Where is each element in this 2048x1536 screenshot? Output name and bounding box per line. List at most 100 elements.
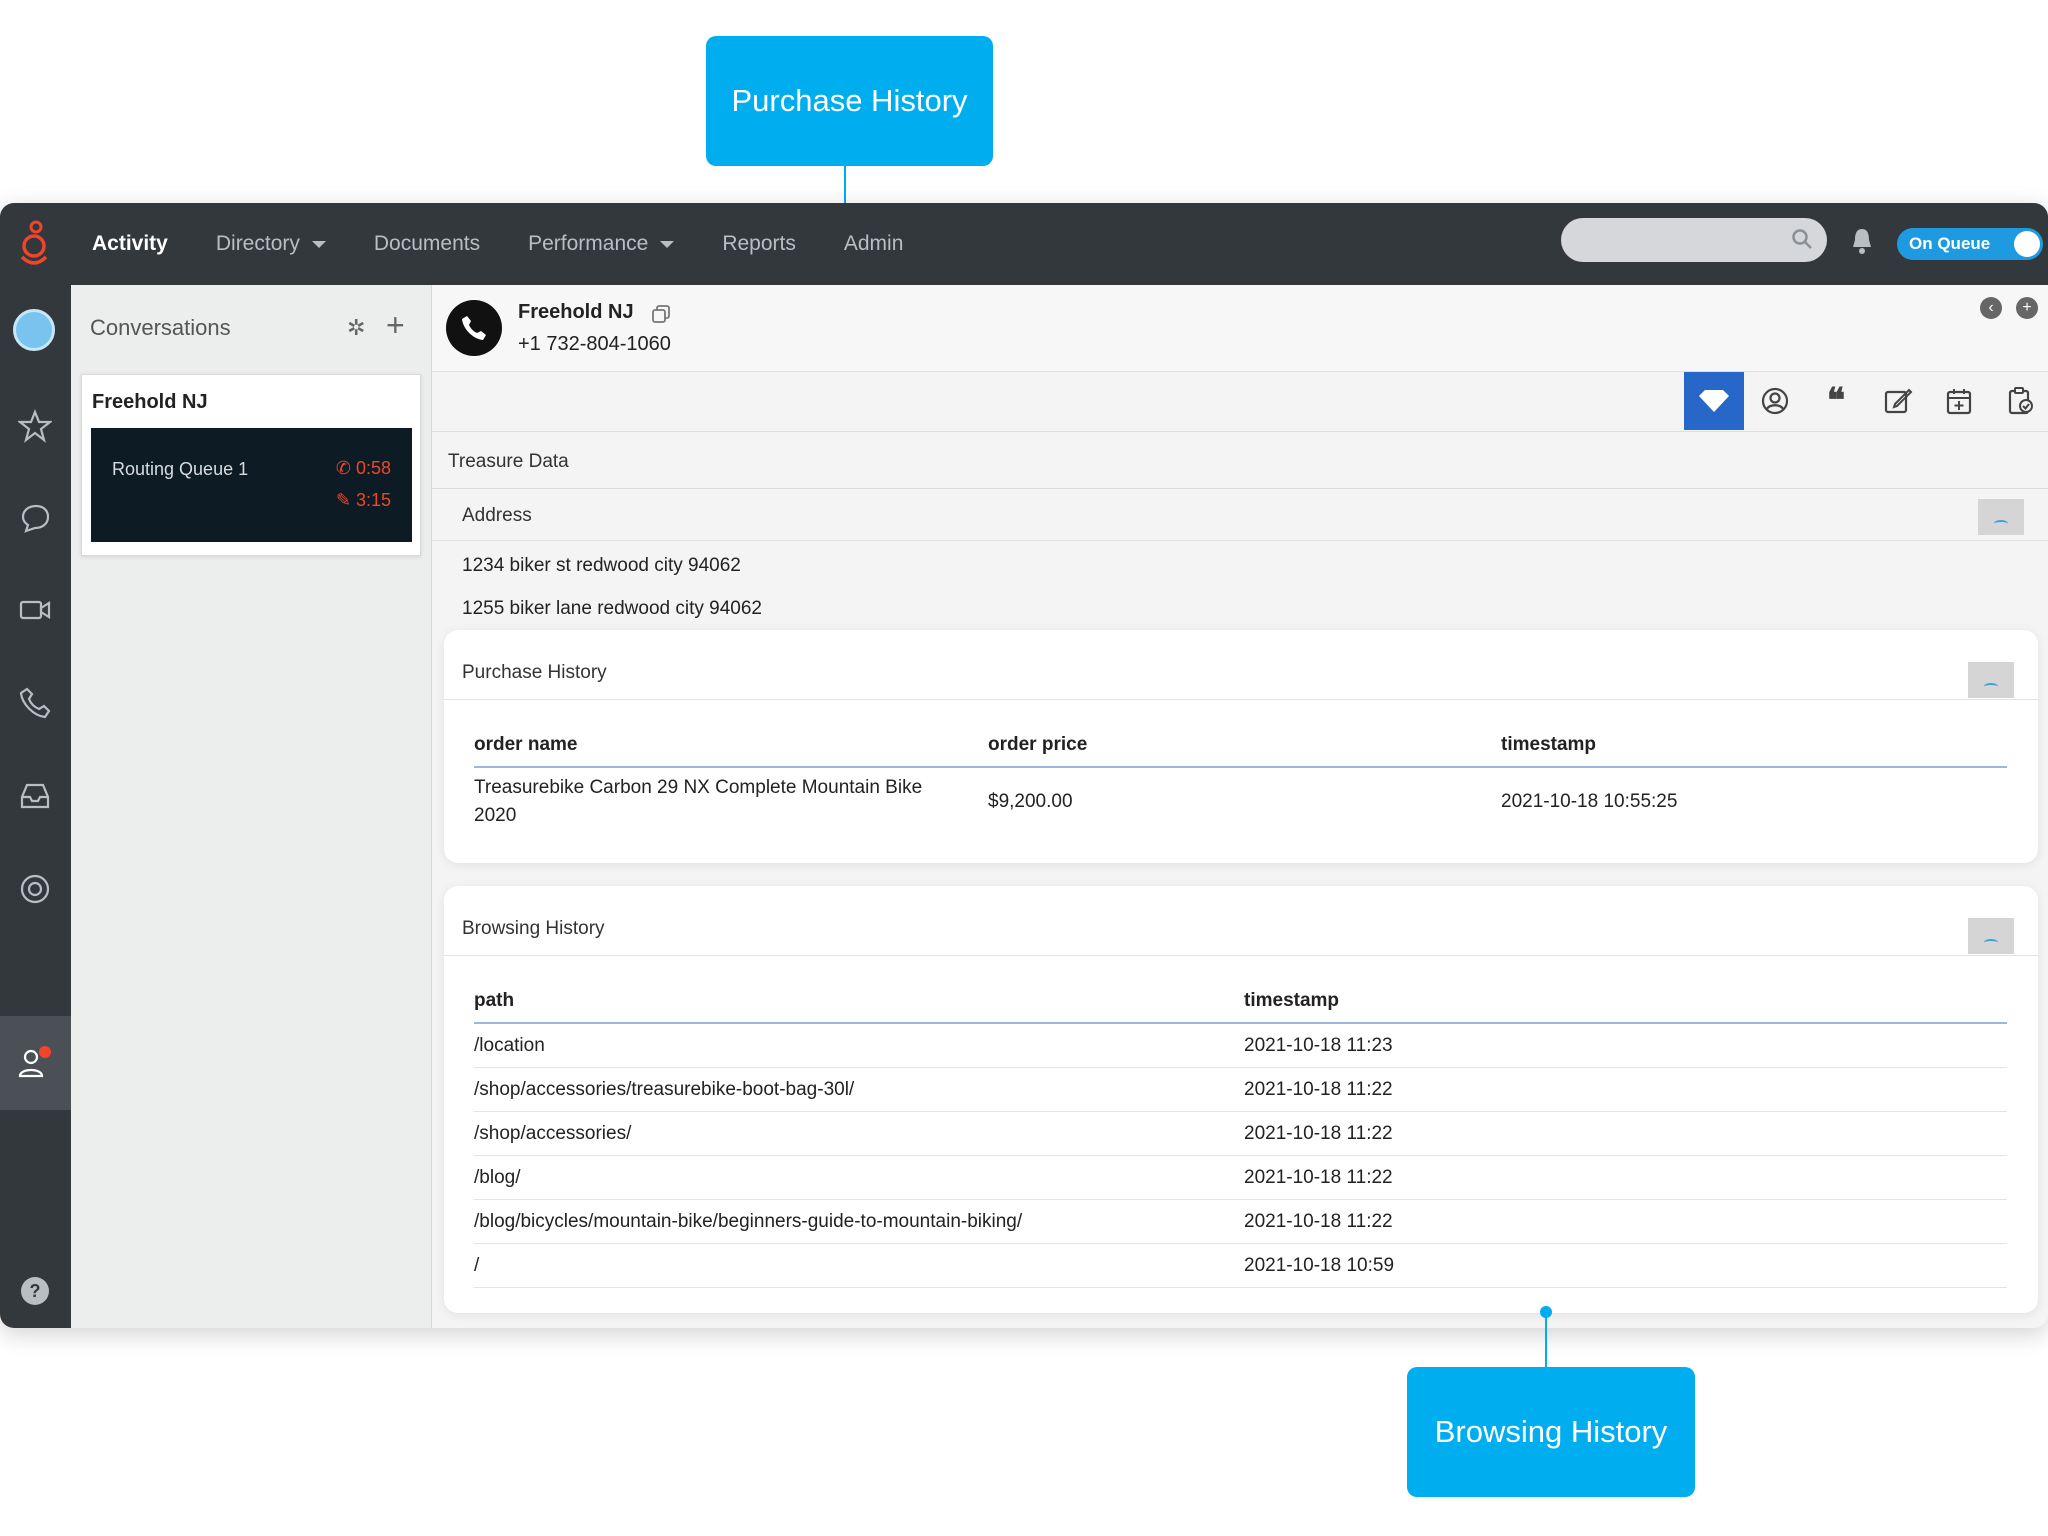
purchase-history-table: order name order price timestamp Treasur… (474, 720, 2007, 850)
purchase-history-title: Purchase History (462, 662, 607, 683)
path-cell: / (474, 1255, 480, 1276)
conversation-card[interactable]: Freehold NJ Routing Queue 1 ✆ 0:58 ✎ 3:1… (81, 374, 421, 556)
row-divider (474, 1067, 2007, 1068)
nav-reports[interactable]: Reports (722, 232, 796, 256)
conversations-title: Conversations (90, 315, 231, 340)
phone-off-icon: ✆ (335, 458, 356, 478)
path-cell: /blog/ (474, 1167, 521, 1188)
interaction-toolbar: ❝ (432, 372, 2048, 432)
conversation-details: Routing Queue 1 ✆ 0:58 ✎ 3:15 (91, 428, 412, 542)
video-icon[interactable] (14, 589, 56, 631)
nav-documents[interactable]: Documents (374, 232, 480, 256)
queue-label: Routing Queue 1 (112, 459, 249, 479)
app-logo-icon (20, 220, 48, 265)
header-divider (474, 1022, 2007, 1024)
order-price-cell: $9,200.00 (988, 791, 1073, 812)
header-divider (474, 766, 2007, 768)
toggle-knob (2014, 231, 2040, 257)
row-divider (474, 1287, 2007, 1288)
treasure-data-title: Treasure Data (448, 451, 569, 472)
clipboard-check-icon[interactable] (1990, 372, 2048, 430)
support-icon[interactable] (14, 868, 56, 910)
phone-icon (446, 300, 502, 356)
purchase-history-card: Purchase History order name order price … (444, 630, 2038, 863)
browsing-history-collapse-button[interactable] (1968, 918, 2014, 954)
on-queue-toggle[interactable]: On Queue (1897, 228, 2043, 260)
on-queue-label: On Queue (1909, 234, 1991, 253)
timestamp-cell: 2021-10-18 11:22 (1244, 1079, 1393, 1100)
row-divider (474, 1155, 2007, 1156)
call-timer: ✆ 0:58 (335, 458, 391, 478)
edit-icon[interactable] (1868, 372, 1928, 430)
app-window: Activity Directory Documents Performance… (0, 203, 2048, 1328)
timestamp-cell: 2021-10-18 10:59 (1244, 1255, 1395, 1276)
column-header: timestamp (1244, 990, 1340, 1011)
copy-icon[interactable] (650, 303, 672, 325)
purchase-history-header: Purchase History (444, 630, 2038, 700)
purchase-history-collapse-button[interactable] (1968, 662, 2014, 698)
svg-text:?: ? (30, 1281, 41, 1301)
chat-icon[interactable] (14, 497, 56, 539)
chevron-up-icon (1994, 520, 2008, 527)
address-header: Address (432, 489, 2048, 541)
chevron-up-icon (1984, 939, 1998, 946)
browsing-history-table: path timestamp /location 2021-10-18 11:2… (474, 976, 2007, 1306)
column-header: order price (988, 734, 1088, 755)
left-icon-rail: ? (0, 285, 71, 1328)
nav-admin[interactable]: Admin (844, 232, 904, 256)
chevron-left-icon[interactable]: ‹ (1980, 297, 2002, 319)
conversations-panel: Conversations ✲ + Freehold NJ Routing Qu… (71, 285, 432, 1328)
contact-header: Freehold NJ +1 732-804-1060 ‹ + (432, 285, 2048, 372)
timestamp-cell: 2021-10-18 11:22 (1244, 1167, 1393, 1188)
path-cell: /blog/bicycles/mountain-bike/beginners-g… (474, 1211, 1023, 1232)
treasure-data-header: Treasure Data (432, 432, 2048, 489)
nav-performance[interactable]: Performance (528, 232, 675, 256)
path-cell: /location (474, 1035, 545, 1056)
column-header: timestamp (1501, 734, 1597, 755)
timestamp-cell: 2021-10-18 11:23 (1244, 1035, 1393, 1056)
help-icon[interactable]: ? (14, 1270, 56, 1312)
purchase-history-callout: Purchase History (706, 36, 993, 166)
nav-activity[interactable]: Activity (92, 232, 168, 256)
avatar[interactable] (13, 309, 55, 351)
gear-icon[interactable]: ✲ (347, 315, 365, 341)
main-nav: Activity Directory Documents Performance… (92, 203, 951, 285)
chevron-down-icon (311, 240, 326, 248)
wrapup-timer: ✎ 3:15 (335, 490, 391, 510)
star-icon[interactable] (14, 405, 56, 447)
contact-phone: +1 732-804-1060 (518, 333, 671, 355)
address-collapse-button[interactable] (1978, 499, 2024, 535)
row-divider (474, 1111, 2007, 1112)
inbox-icon[interactable] (14, 775, 56, 817)
top-navigation-bar: Activity Directory Documents Performance… (0, 203, 2048, 285)
user-circle-icon[interactable] (1745, 372, 1805, 430)
callout-connector-bottom (1545, 1312, 1547, 1368)
address-line: 1234 biker st redwood city 94062 (462, 555, 741, 576)
add-conversation-button[interactable]: + (386, 307, 405, 344)
phone-icon[interactable] (14, 682, 56, 724)
path-cell: /shop/accessories/treasurebike-boot-bag-… (474, 1079, 855, 1100)
browsing-history-header: Browsing History (444, 886, 2038, 956)
row-divider (474, 1199, 2007, 1200)
contact-name: Freehold NJ (518, 301, 634, 323)
column-header: order name (474, 734, 578, 755)
interaction-panel: Freehold NJ +1 732-804-1060 ‹ + ❝ Treasu… (432, 285, 2048, 1328)
search-input[interactable] (1561, 218, 1827, 262)
gem-icon[interactable] (1684, 372, 1744, 430)
add-circle-icon[interactable]: + (2016, 297, 2038, 319)
quote-icon[interactable]: ❝ (1806, 372, 1866, 430)
bell-icon[interactable] (1850, 227, 1874, 255)
browsing-history-title: Browsing History (462, 918, 605, 939)
column-header: path (474, 990, 515, 1011)
agent-icon[interactable] (14, 1042, 56, 1084)
browsing-history-callout: Browsing History (1407, 1367, 1695, 1497)
address-line: 1255 biker lane redwood city 94062 (462, 598, 762, 619)
search-icon (1792, 229, 1812, 249)
chevron-down-icon (660, 240, 675, 248)
address-title: Address (462, 505, 532, 526)
nav-directory[interactable]: Directory (216, 232, 326, 256)
order-timestamp-cell: 2021-10-18 10:55:25 (1501, 791, 1678, 812)
chevron-up-icon (1984, 683, 1998, 690)
calendar-add-icon[interactable] (1929, 372, 1989, 430)
path-cell: /shop/accessories/ (474, 1123, 632, 1144)
